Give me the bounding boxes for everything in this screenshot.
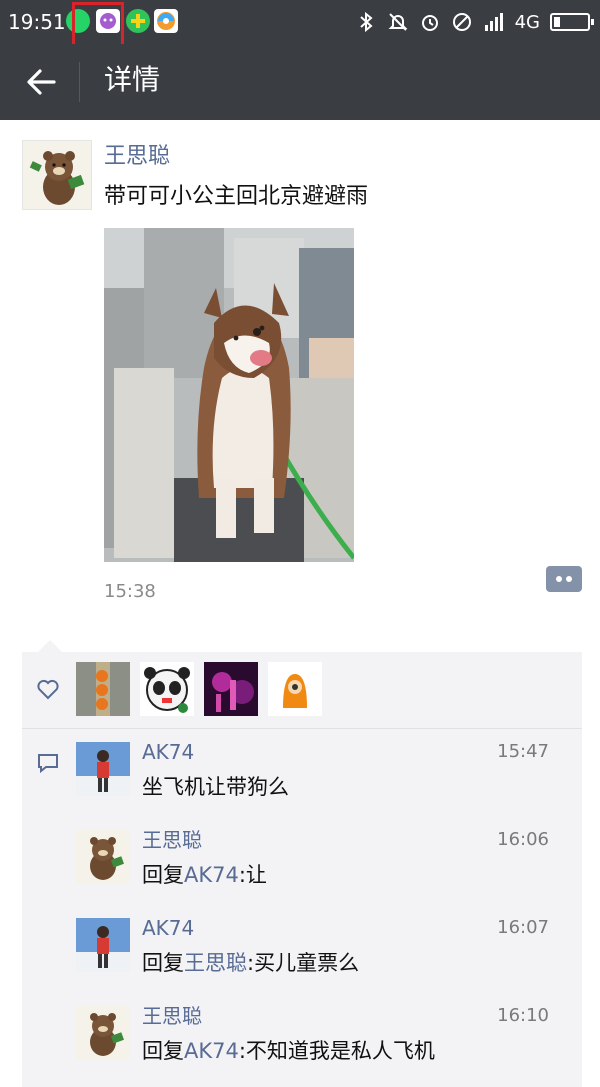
post-text: 带可可小公主回北京避避雨	[104, 184, 369, 209]
comment-text: 坐飞机让带狗么	[142, 772, 289, 802]
reply-target-link[interactable]: AK74	[184, 863, 239, 887]
poster-name[interactable]: 王思聪	[104, 142, 170, 172]
commenter-name[interactable]: AK74	[142, 738, 194, 766]
post-time: 15:38	[104, 581, 156, 602]
comment-time: 16:10	[497, 1005, 549, 1026]
heart-icon	[37, 679, 59, 700]
comment-body: 坐飞机让带狗么	[142, 775, 289, 799]
comment-text: 回复王思聪:买儿童票么	[142, 948, 359, 978]
reply-prefix: 回复	[142, 951, 184, 975]
comment-item[interactable]: AK74 16:07 回复王思聪:买儿童票么	[76, 916, 566, 998]
avatar-cartoon[interactable]	[268, 662, 322, 716]
top-app-bar: 详情	[0, 44, 600, 120]
status-bar: 19:51 4G	[0, 0, 600, 60]
plus-icon	[126, 9, 150, 33]
commenter-avatar[interactable]	[76, 1006, 130, 1060]
block-icon	[452, 13, 471, 31]
comment-item[interactable]: 王思聪 16:10 回复AK74:不知道我是私人飞机	[76, 1004, 566, 1086]
avatar-panda[interactable]	[140, 662, 194, 716]
reply-prefix: 回复	[142, 863, 184, 887]
comment-item[interactable]: 王思聪 16:06 回复AK74:让	[76, 828, 566, 910]
browser-icon	[154, 9, 178, 33]
avatar-concert[interactable]	[204, 662, 258, 716]
likes-list	[76, 662, 322, 716]
comment-icon	[38, 754, 58, 774]
comment-body: :买儿童票么	[247, 951, 360, 975]
page-title: 详情	[104, 63, 161, 96]
network-type: 4G	[514, 11, 540, 33]
avatar-oranges[interactable]	[76, 662, 130, 716]
comment-text: 回复AK74:不知道我是私人飞机	[142, 1036, 435, 1066]
comment-button[interactable]	[546, 566, 582, 592]
back-button[interactable]	[18, 58, 66, 106]
status-time: 19:51	[8, 10, 66, 34]
commenter-name[interactable]: 王思聪	[142, 1002, 202, 1030]
comment-time: 16:07	[497, 917, 549, 938]
comment-body: :不知道我是私人飞机	[238, 1039, 435, 1063]
bluetooth-icon	[359, 11, 373, 33]
commenter-avatar[interactable]	[76, 742, 130, 796]
comment-item[interactable]: AK74 15:47 坐飞机让带狗么	[76, 740, 566, 822]
comment-body: :让	[238, 863, 267, 887]
battery-icon	[550, 13, 594, 31]
signal-icon	[484, 13, 503, 31]
poster-avatar[interactable]	[22, 140, 92, 210]
commenter-avatar[interactable]	[76, 830, 130, 884]
interaction-panel: AK74 15:47 坐飞机让带狗么 王思聪 16:06 回复AK74:让 AK…	[22, 640, 582, 1087]
commenter-avatar[interactable]	[76, 918, 130, 972]
reply-target-link[interactable]: AK74	[184, 1039, 239, 1063]
arrow-left-icon	[27, 69, 56, 95]
header-divider	[79, 62, 80, 102]
comment-time: 15:47	[497, 741, 549, 762]
commenter-name[interactable]: 王思聪	[142, 826, 202, 854]
comment-text: 回复AK74:让	[142, 860, 267, 890]
mute-icon	[388, 13, 408, 31]
reply-target-link[interactable]: 王思聪	[184, 951, 247, 975]
reply-prefix: 回复	[142, 1039, 184, 1063]
alarm-icon	[421, 15, 438, 31]
comment-time: 16:06	[497, 829, 549, 850]
commenter-name[interactable]: AK74	[142, 914, 194, 942]
panel-divider	[22, 728, 582, 729]
post-photo[interactable]	[104, 228, 354, 562]
